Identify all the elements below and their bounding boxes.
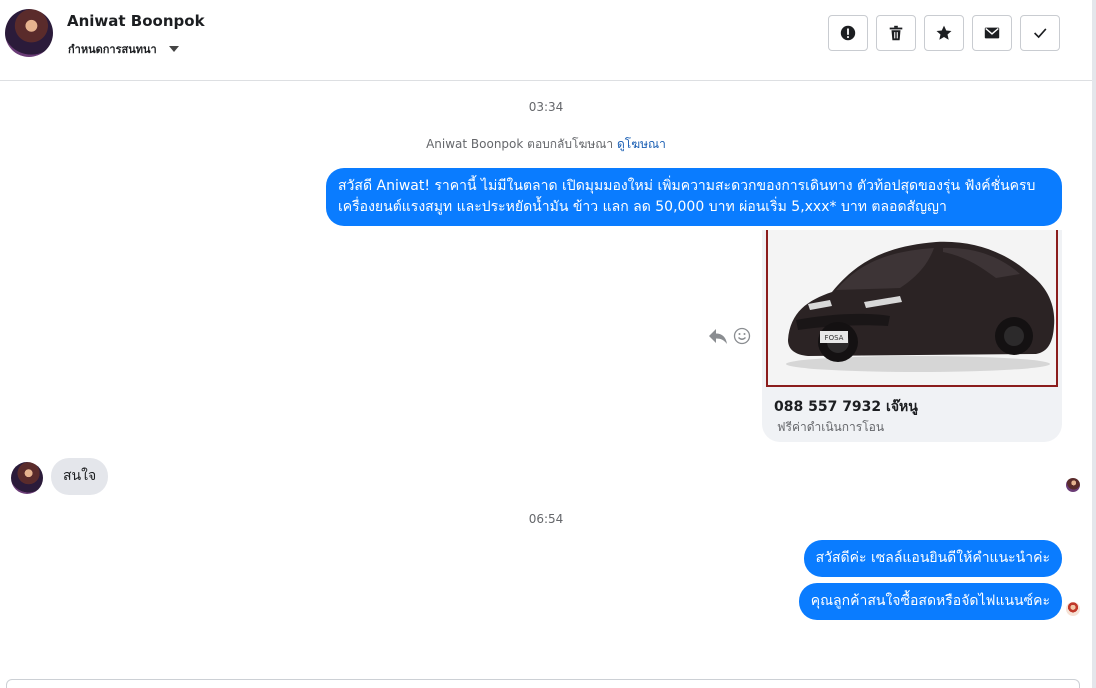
avatar[interactable] [5, 9, 53, 57]
schedule-label: กำหนดการสนทนา [68, 43, 157, 56]
card-title[interactable]: 088 557 7932 เจ๊หนู [774, 396, 918, 418]
view-ad-link[interactable]: ดูโฆษณา [617, 137, 666, 151]
outgoing-message-bubble: คุณลูกค้าสนใจซื้อสดหรือจัดไฟแนนซ์คะ [798, 583, 1062, 620]
scrollbar[interactable] [1092, 0, 1096, 688]
caret-down-icon [168, 46, 179, 52]
emoji-reaction-icon[interactable] [733, 327, 751, 345]
seen-avatar [1066, 602, 1080, 616]
envelope-icon [984, 27, 1000, 39]
mark-unread-button[interactable] [972, 15, 1012, 51]
reply-icon[interactable] [708, 327, 728, 345]
conversation-header: Aniwat Boonpok กำหนดการสนทนา [0, 0, 1092, 81]
ad-reply-note: Aniwat Boonpok ตอบกลับโฆษณา ดูโฆษณา [0, 135, 1092, 154]
star-icon [936, 25, 952, 40]
seen-avatar [1066, 478, 1080, 492]
done-button[interactable] [1020, 15, 1060, 51]
card-subtitle: ฟรีค่าดำเนินการโอน [777, 420, 885, 434]
contact-name[interactable]: Aniwat Boonpok [67, 12, 205, 30]
report-button[interactable] [828, 15, 868, 51]
delete-button[interactable] [876, 15, 916, 51]
schedule-dropdown[interactable]: กำหนดการสนทนา [68, 40, 179, 58]
ad-reply-text: Aniwat Boonpok ตอบกลับโฆษณา [426, 137, 614, 151]
timestamp: 06:54 [528, 512, 564, 526]
contact-avatar[interactable] [11, 462, 43, 494]
check-icon [1034, 28, 1047, 39]
ad-card[interactable]: FOSA 088 557 7932 เจ๊หนู ฟรีค่าดำเนินการ… [762, 230, 1062, 442]
ad-message-bubble: สวัสดี Aniwat! ราคานี้ ไม่มีในตลาด เปิดม… [326, 168, 1062, 226]
car-image[interactable]: FOSA [766, 230, 1058, 387]
trash-icon [889, 25, 903, 41]
outgoing-message-bubble: สวัสดีค่ะ เซลล์แอนยินดีให้คำแนะนำค่ะ [803, 540, 1062, 577]
message-input[interactable] [6, 679, 1080, 688]
alert-icon [840, 25, 856, 41]
star-button[interactable] [924, 15, 964, 51]
messenger-app: Aniwat Boonpok กำหนดการสนทนา 03:34 Aniwa… [0, 0, 1096, 688]
timestamp: 03:34 [528, 100, 564, 114]
plate-text: FOSA [825, 334, 844, 342]
incoming-message-bubble: สนใจ [51, 458, 109, 495]
